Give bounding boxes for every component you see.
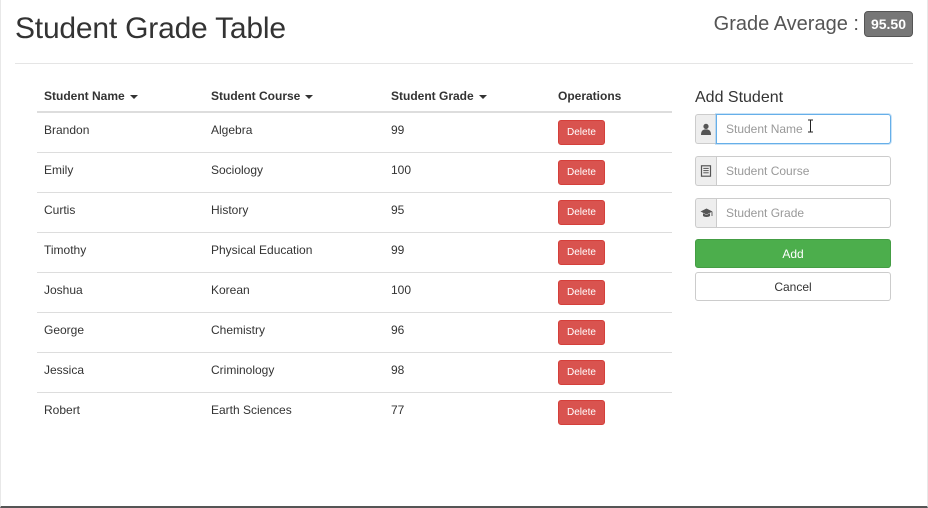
cell-student-course: Earth Sciences (204, 391, 384, 432)
cell-student-course: Physical Education (204, 231, 384, 272)
student-course-input[interactable] (716, 156, 891, 186)
cell-student-course: Sociology (204, 151, 384, 192)
list-alt-icon (695, 156, 716, 186)
page-title: Student Grade Table (15, 12, 286, 45)
cell-student-course: History (204, 191, 384, 232)
cell-student-name: Timothy (37, 231, 204, 272)
column-header-operations: Operations (551, 82, 672, 113)
grade-average: Grade Average : 95.50 (714, 11, 913, 37)
cell-operations: Delete (551, 311, 672, 352)
cell-student-grade: 98 (384, 351, 551, 392)
delete-button[interactable]: Delete (558, 199, 605, 225)
cell-student-course: Algebra (204, 111, 384, 152)
cell-student-grade: 96 (384, 311, 551, 352)
cell-student-course: Criminology (204, 351, 384, 392)
table-header-row: Student Name Student Course Student Grad… (37, 82, 672, 113)
sort-caret-icon (129, 94, 138, 99)
cell-student-grade: 95 (384, 191, 551, 232)
user-icon (695, 114, 716, 144)
cell-student-grade: 100 (384, 271, 551, 312)
cell-operations: Delete (551, 391, 672, 432)
cancel-button[interactable]: Cancel (695, 272, 891, 301)
table-row: Brandon Algebra 99 Delete (37, 111, 672, 152)
delete-button[interactable]: Delete (558, 359, 605, 385)
delete-button[interactable]: Delete (558, 159, 605, 185)
add-button[interactable]: Add (695, 239, 891, 268)
cell-student-name: Joshua (37, 271, 204, 312)
table-row: Joshua Korean 100 Delete (37, 271, 672, 312)
student-name-input[interactable] (716, 114, 891, 144)
grade-average-badge: 95.50 (863, 11, 913, 37)
cell-student-course: Korean (204, 271, 384, 312)
cell-operations: Delete (551, 351, 672, 392)
student-grade-input[interactable] (716, 198, 891, 228)
delete-button[interactable]: Delete (558, 279, 605, 305)
cell-operations: Delete (551, 111, 672, 152)
student-grade-table: Student Name Student Course Student Grad… (37, 82, 672, 432)
student-grade-group (695, 198, 891, 228)
column-header-student-name[interactable]: Student Name (37, 82, 204, 113)
cell-student-grade: 100 (384, 151, 551, 192)
student-name-group (695, 114, 891, 144)
cell-operations: Delete (551, 191, 672, 232)
cell-student-name: Robert (37, 391, 204, 432)
table-row: Emily Sociology 100 Delete (37, 151, 672, 192)
cell-student-grade: 99 (384, 231, 551, 272)
cell-student-name: Brandon (37, 111, 204, 152)
delete-button[interactable]: Delete (558, 319, 605, 345)
column-header-student-grade[interactable]: Student Grade (384, 82, 551, 113)
table-row: Robert Earth Sciences 77 Delete (37, 391, 672, 432)
cell-operations: Delete (551, 231, 672, 272)
header-divider (15, 63, 913, 64)
sort-caret-icon (478, 94, 487, 99)
sort-caret-icon (305, 94, 314, 99)
cell-student-name: Jessica (37, 351, 204, 392)
cell-operations: Delete (551, 271, 672, 312)
column-header-student-course[interactable]: Student Course (204, 82, 384, 113)
cell-student-name: Curtis (37, 191, 204, 232)
delete-button[interactable]: Delete (558, 239, 605, 265)
add-student-title: Add Student (695, 89, 784, 106)
student-course-group (695, 156, 891, 186)
education-icon (695, 198, 716, 228)
cell-operations: Delete (551, 151, 672, 192)
delete-button[interactable]: Delete (558, 119, 605, 145)
cell-student-grade: 99 (384, 111, 551, 152)
table-row: Curtis History 95 Delete (37, 191, 672, 232)
cell-student-grade: 77 (384, 391, 551, 432)
table-row: Timothy Physical Education 99 Delete (37, 231, 672, 272)
table-row: Jessica Criminology 98 Delete (37, 351, 672, 392)
cell-student-name: Emily (37, 151, 204, 192)
grade-average-label: Grade Average : (713, 12, 859, 35)
text-cursor-icon (808, 119, 813, 133)
cell-student-name: George (37, 311, 204, 352)
table-row: George Chemistry 96 Delete (37, 311, 672, 352)
delete-button[interactable]: Delete (558, 399, 605, 425)
cell-student-course: Chemistry (204, 311, 384, 352)
